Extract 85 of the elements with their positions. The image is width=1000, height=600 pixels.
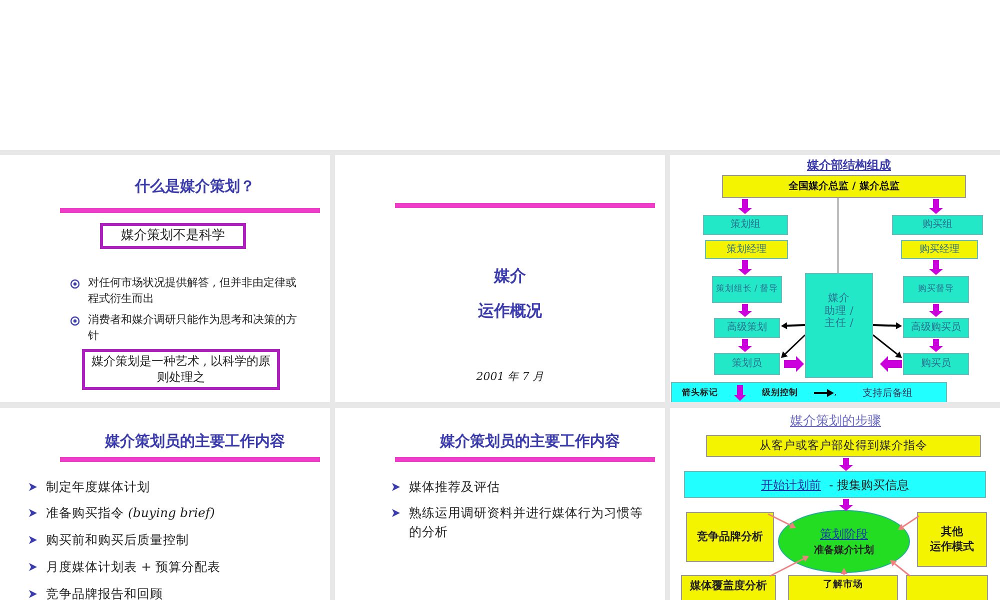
down-arrow	[738, 260, 752, 275]
arrow-bullet-icon	[28, 482, 38, 492]
input-box: 媒体覆盖度分析	[681, 575, 776, 600]
bullet-text: 媒体推荐及评估	[409, 478, 500, 496]
org-node: 购买经理	[901, 240, 978, 259]
cover-title: 运作概况	[477, 300, 543, 322]
stage-subtitle: 准备媒介计划	[814, 544, 874, 558]
org-node: 策划员	[714, 353, 780, 375]
bullet-text: 竞争品牌报告和回顾	[46, 584, 163, 600]
legend-label: 支持后备组	[862, 386, 913, 400]
connector-arrow	[770, 556, 809, 577]
bullet-text: 熟练运用调研资料并进行媒体行为习惯等的分析	[409, 504, 644, 541]
down-arrow	[738, 304, 752, 317]
input-box: 竞争品牌分析	[686, 512, 774, 562]
arrow-bullet-icon	[28, 508, 38, 518]
circle-bullet-icon	[70, 316, 80, 326]
org-node: 购买组	[892, 215, 983, 235]
org-node: 高级购买员	[903, 318, 969, 338]
bullet-text: 消费者和媒介调研只能作为思考和决策的方针	[88, 312, 298, 344]
down-arrow	[839, 499, 853, 511]
node-text: 助理 /	[824, 304, 854, 317]
arrow-bullet-icon	[28, 562, 38, 572]
support-arrow	[880, 356, 902, 372]
legend-label: 箭头标记	[682, 386, 719, 400]
input-label: 其他	[941, 525, 963, 540]
org-node: 策划组长 / 督导	[712, 276, 782, 303]
down-arrow	[929, 304, 943, 317]
down-arrow	[929, 260, 943, 275]
slide-thumbnail[interactable]: 媒介部结构组成 全国媒介总监 / 媒介总监 策划组 策划经理 策划组长 / 督导 高级策划 策划员 购买组 购买经理 购买督导 高级购买员 购买员 媒介 助理 / 主任 / 箭头标记 级别控制 , 支持后备组	[670, 155, 1000, 402]
down-arrow	[929, 199, 943, 214]
connector-arrow	[872, 334, 902, 358]
conclusion-box: 媒介策划是一种艺术 , 以科学的原则处理之	[82, 348, 280, 390]
director-node: 全国媒介总监 / 媒介总监	[722, 175, 966, 198]
org-node: 高级策划	[714, 318, 780, 338]
bullet-text: 制定年度媒体计划	[46, 478, 150, 496]
circle-bullet-icon	[70, 278, 80, 289]
arrow-bullet-icon	[28, 535, 38, 545]
slide-title: 媒介部结构组成	[807, 157, 891, 174]
cover-title: 媒介	[492, 265, 527, 287]
stage-text: - 搜集购买信息	[829, 476, 909, 494]
down-arrow	[929, 339, 943, 352]
input-box: 了解市场	[788, 575, 898, 600]
bullet-text: 对任何市场状况提供解答 , 但并非由定律或程式衍生而出	[88, 274, 298, 308]
brief-box: 从客户或客户部处得到媒介指令	[706, 435, 981, 457]
support-arrow	[784, 356, 804, 372]
org-node: 策划组	[703, 215, 788, 235]
bullet-text: 购买前和购买后质量控制	[46, 531, 189, 549]
bullet-text: 准备购买指令 (buying brief)	[46, 504, 215, 522]
slide-thumbnail[interactable]: 媒介 运作概况 2001 年 7 月	[335, 155, 665, 402]
stage-title: 策划阶段	[820, 526, 868, 543]
input-label: 运作模式	[930, 540, 974, 554]
slide-title: 什么是媒介策划？	[134, 176, 256, 197]
arrow-bullet-icon	[28, 588, 38, 598]
node-text: 主任 /	[824, 317, 854, 330]
org-node: 购买督导	[903, 276, 969, 303]
slide-title: 媒介策划的步骤	[790, 413, 881, 431]
arrow-bullet-icon	[391, 482, 401, 492]
org-node: 策划经理	[705, 240, 788, 259]
connector-arrow	[781, 334, 806, 358]
connector-arrow	[872, 322, 902, 330]
connector-arrow	[781, 322, 806, 330]
slide-thumbnail[interactable]: 什么是媒介策划？ 媒介策划不是科学 对任何市场状况提供解答 , 但并非由定律或程式衍生而出 消费者和媒介调研只能作为思考和决策的方针 媒介策划是一种艺术 , 以科学的原则处理之	[0, 155, 330, 402]
statement-box: 媒介策划不是科学	[100, 222, 246, 249]
slide-thumbnail[interactable]: 媒介策划员的主要工作内容 制定年度媒体计划 准备购买指令 (buying brief) 购买前和购买后质量控制 月度媒体计划表 + 预算分配表 竞争品牌报告和回顾	[0, 408, 330, 600]
legend-label: ,	[834, 386, 837, 400]
down-arrow	[738, 339, 752, 352]
bullet-text: 月度媒体计划表 + 预算分配表	[46, 558, 220, 576]
slide-thumbnail[interactable]: 媒介策划的步骤 从客户或客户部处得到媒介指令 开始计划前 - 搜集购买信息 策划阶段 准备媒介计划 竞争品牌分析 其他 运作模式 媒体覆盖度分析 了解市场	[670, 408, 1000, 600]
connector-arrow	[768, 513, 796, 528]
down-arrow-icon	[734, 385, 746, 401]
connector-arrow	[890, 560, 910, 577]
slide-date: 2001 年 7 月	[475, 369, 545, 385]
down-arrow	[839, 458, 853, 471]
arrow-bullet-icon	[391, 508, 401, 518]
connector-arrow	[898, 515, 920, 530]
right-arrow-icon	[814, 389, 834, 397]
slide-title: 媒介策划员的主要工作内容	[438, 431, 621, 452]
node-text: 媒介	[828, 292, 850, 305]
org-node: 购买员	[903, 353, 969, 375]
down-arrow	[738, 199, 752, 214]
legend-label: 级别控制	[762, 386, 798, 400]
slide-thumbnail[interactable]: 媒介策划员的主要工作内容 媒体推荐及评估 熟练运用调研资料并进行媒体行为习惯等的分析	[335, 408, 665, 600]
connector-arrow	[840, 568, 848, 575]
stage-link: 开始计划前	[761, 476, 822, 494]
slide-title: 媒介策划员的主要工作内容	[104, 431, 286, 452]
